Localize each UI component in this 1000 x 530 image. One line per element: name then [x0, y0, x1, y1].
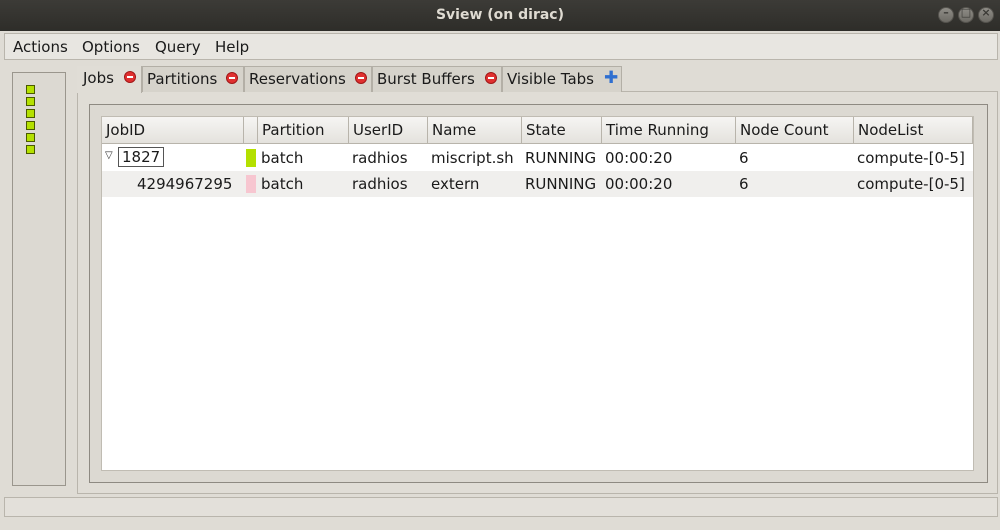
node-indicator[interactable] [26, 109, 35, 118]
menu-actions[interactable]: Actions [13, 38, 68, 56]
close-icon[interactable] [355, 72, 367, 84]
nodelist-cell: compute-[0-5] [857, 149, 965, 167]
jobid-cell: 1827 [118, 147, 165, 167]
column-header-jobid[interactable]: JobID [102, 117, 244, 144]
time-running-cell: 00:00:20 [605, 149, 673, 167]
name-cell: miscript.sh [431, 149, 514, 167]
state-cell: RUNNING [525, 175, 597, 193]
table-row[interactable]: ▽ 1827 batch radhios miscript.sh RUNNING… [102, 145, 973, 171]
node-indicator[interactable] [26, 85, 35, 94]
maximize-button[interactable]: □ [958, 6, 974, 23]
time-running-cell: 00:00:20 [605, 175, 673, 193]
menu-query[interactable]: Query [155, 38, 201, 56]
column-header-nodelist[interactable]: NodeList [854, 117, 973, 144]
close-window-button[interactable]: × [978, 6, 994, 23]
close-icon[interactable] [226, 72, 238, 84]
partition-cell: batch [261, 175, 304, 193]
tab-label: Jobs [83, 69, 114, 87]
table-row[interactable]: 4294967295 batch radhios extern RUNNING … [102, 171, 973, 197]
node-indicator[interactable] [26, 145, 35, 154]
tab-partitions[interactable]: Partitions [142, 66, 244, 92]
column-header-name[interactable]: Name [428, 117, 522, 144]
minimize-button[interactable]: – [938, 6, 954, 23]
menu-options[interactable]: Options [82, 38, 140, 56]
window-title: Sview (on dirac) [435, 7, 565, 23]
partition-cell: batch [261, 149, 304, 167]
userid-cell: radhios [352, 175, 408, 193]
node-indicator[interactable] [26, 97, 35, 106]
tab-reservations[interactable]: Reservations [244, 66, 372, 92]
maximize-icon: □ [960, 6, 972, 19]
color-swatch [246, 175, 256, 193]
column-header-userid[interactable]: UserID [349, 117, 428, 144]
close-icon[interactable] [124, 71, 136, 83]
menu-bar: Actions Options Query Help [4, 33, 998, 60]
plus-icon[interactable]: ✚ [604, 68, 618, 88]
tab-jobs[interactable]: Jobs [77, 66, 142, 93]
tab-visible-tabs[interactable]: Visible Tabs ✚ [502, 66, 622, 92]
node-grid-panel [12, 72, 66, 486]
tab-label: Reservations [249, 70, 346, 88]
jobid-cell: 4294967295 [137, 175, 233, 193]
state-cell: RUNNING [525, 149, 597, 167]
tab-burst-buffers[interactable]: Burst Buffers [372, 66, 502, 92]
column-header-time-running[interactable]: Time Running [602, 117, 736, 144]
column-header-state[interactable]: State [522, 117, 602, 144]
color-swatch [246, 149, 256, 167]
node-count-cell: 6 [739, 149, 749, 167]
node-indicator[interactable] [26, 121, 35, 130]
minimize-icon: – [943, 6, 949, 19]
menu-help[interactable]: Help [215, 38, 249, 56]
column-header-color[interactable] [244, 117, 258, 144]
expander-icon[interactable]: ▽ [105, 150, 113, 161]
jobs-table[interactable]: JobID Partition UserID Name State Time R… [101, 116, 974, 471]
close-icon: × [981, 6, 991, 19]
tab-label: Visible Tabs [507, 70, 594, 88]
userid-cell: radhios [352, 149, 408, 167]
name-cell: extern [431, 175, 480, 193]
tab-label: Burst Buffers [377, 70, 475, 88]
column-header-partition[interactable]: Partition [258, 117, 349, 144]
nodelist-cell: compute-[0-5] [857, 175, 965, 193]
title-bar: Sview (on dirac) – □ × [0, 0, 1000, 31]
node-count-cell: 6 [739, 175, 749, 193]
status-bar [4, 497, 998, 517]
close-icon[interactable] [485, 72, 497, 84]
tab-label: Partitions [147, 70, 218, 88]
node-indicator[interactable] [26, 133, 35, 142]
column-header-node-count[interactable]: Node Count [736, 117, 854, 144]
